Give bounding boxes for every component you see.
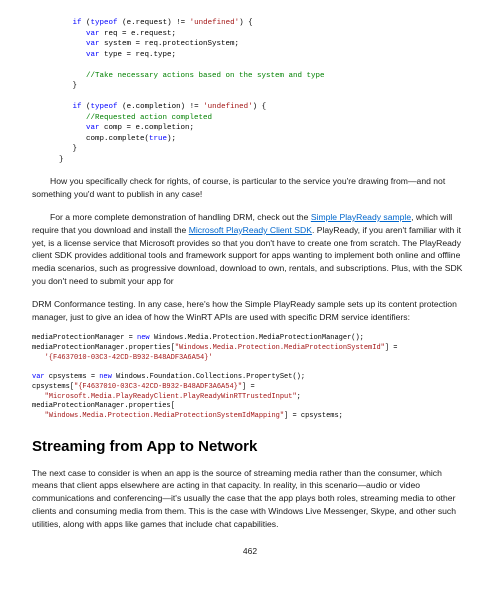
code-block-1: if (typeof (e.request) != 'undefined') {…: [32, 18, 468, 165]
paragraph-2: For a more complete demonstration of han…: [32, 211, 468, 288]
paragraph-4: The next case to consider is when an app…: [32, 467, 468, 531]
heading-streaming: Streaming from App to Network: [32, 436, 468, 459]
link-playready-sdk[interactable]: Microsoft PlayReady Client SDK: [189, 225, 312, 235]
link-playready-sample[interactable]: Simple PlayReady sample: [311, 212, 411, 222]
code-block-2: mediaProtectionManager = new Windows.Med…: [32, 334, 468, 422]
paragraph-1: How you specifically check for rights, o…: [32, 175, 468, 201]
paragraph-3: DRM Conformance testing. In any case, he…: [32, 298, 468, 324]
page-number: 462: [32, 545, 468, 558]
